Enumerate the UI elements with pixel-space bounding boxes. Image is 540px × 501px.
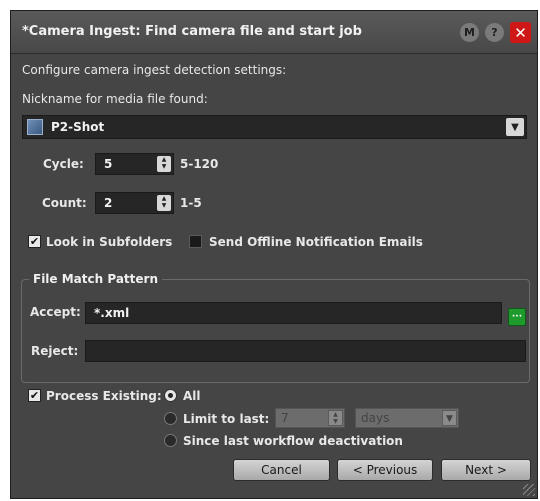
count-range: 1-5 [180, 196, 202, 210]
accept-label: Accept: [30, 305, 81, 319]
minimize-icon[interactable]: M [460, 23, 479, 42]
nickname-select[interactable]: P2-Shot ▼ [22, 115, 527, 139]
previous-button[interactable]: < Previous [337, 459, 433, 481]
intro-text: Configure camera ingest detection settin… [22, 63, 287, 77]
cycle-stepper[interactable]: 5 ▲ ▼ [95, 153, 174, 175]
file-match-title: File Match Pattern [29, 272, 162, 286]
send-offline-checkbox[interactable] [189, 235, 202, 248]
help-icon[interactable]: ? [485, 23, 504, 42]
nickname-value: P2-Shot [51, 120, 105, 134]
count-stepper[interactable]: 2 ▲ ▼ [95, 192, 174, 214]
camera-ingest-dialog: *Camera Ingest: Find camera file and sta… [10, 10, 538, 499]
title-bar[interactable]: *Camera Ingest: Find camera file and sta… [11, 11, 537, 54]
limit-unit-value: days [361, 411, 390, 425]
reject-label: Reject: [31, 344, 79, 358]
look-in-subfolders-label: Look in Subfolders [46, 235, 173, 249]
radio-limit-label: Limit to last: [183, 412, 270, 426]
radio-all[interactable] [164, 389, 177, 402]
nickname-label: Nickname for media file found: [22, 92, 208, 106]
process-existing-label: Process Existing: [46, 389, 162, 403]
dialog-title: *Camera Ingest: Find camera file and sta… [22, 24, 362, 39]
radio-since-label: Since last workflow deactivation [183, 434, 403, 448]
radio-limit[interactable] [164, 412, 177, 425]
radio-since[interactable] [164, 434, 177, 447]
close-icon[interactable]: ✕ [510, 22, 531, 43]
reject-input[interactable] [85, 340, 526, 362]
process-existing-checkbox[interactable]: ✔ [28, 389, 41, 402]
cycle-range: 5-120 [180, 157, 219, 171]
chevron-down-icon[interactable]: ▼ [442, 410, 457, 426]
count-value: 2 [104, 196, 113, 210]
cycle-label: Cycle: [43, 157, 84, 171]
send-offline-label: Send Offline Notification Emails [209, 235, 423, 249]
media-clip-icon [27, 119, 43, 135]
stepper-arrows-icon[interactable]: ▲ ▼ [157, 156, 171, 172]
cycle-value: 5 [104, 157, 113, 171]
next-button[interactable]: Next > [441, 459, 531, 481]
accept-value: *.xml [94, 306, 130, 320]
limit-stepper[interactable]: 7 ▲ ▼ [275, 408, 345, 428]
count-label: Count: [42, 196, 87, 210]
stepper-arrows-icon[interactable]: ▲ ▼ [328, 410, 343, 426]
resize-grip-icon[interactable] [523, 484, 535, 496]
chevron-down-icon[interactable]: ▼ [506, 118, 524, 136]
radio-all-label: All [183, 389, 201, 403]
accept-input[interactable]: *.xml [85, 302, 502, 324]
cancel-button[interactable]: Cancel [233, 459, 330, 481]
file-match-group [21, 279, 530, 383]
limit-value: 7 [281, 411, 289, 425]
stepper-arrows-icon[interactable]: ▲ ▼ [157, 195, 171, 211]
browse-button[interactable]: ··· [508, 308, 526, 326]
limit-unit-select[interactable]: days ▼ [355, 408, 459, 428]
look-in-subfolders-checkbox[interactable]: ✔ [28, 235, 41, 248]
